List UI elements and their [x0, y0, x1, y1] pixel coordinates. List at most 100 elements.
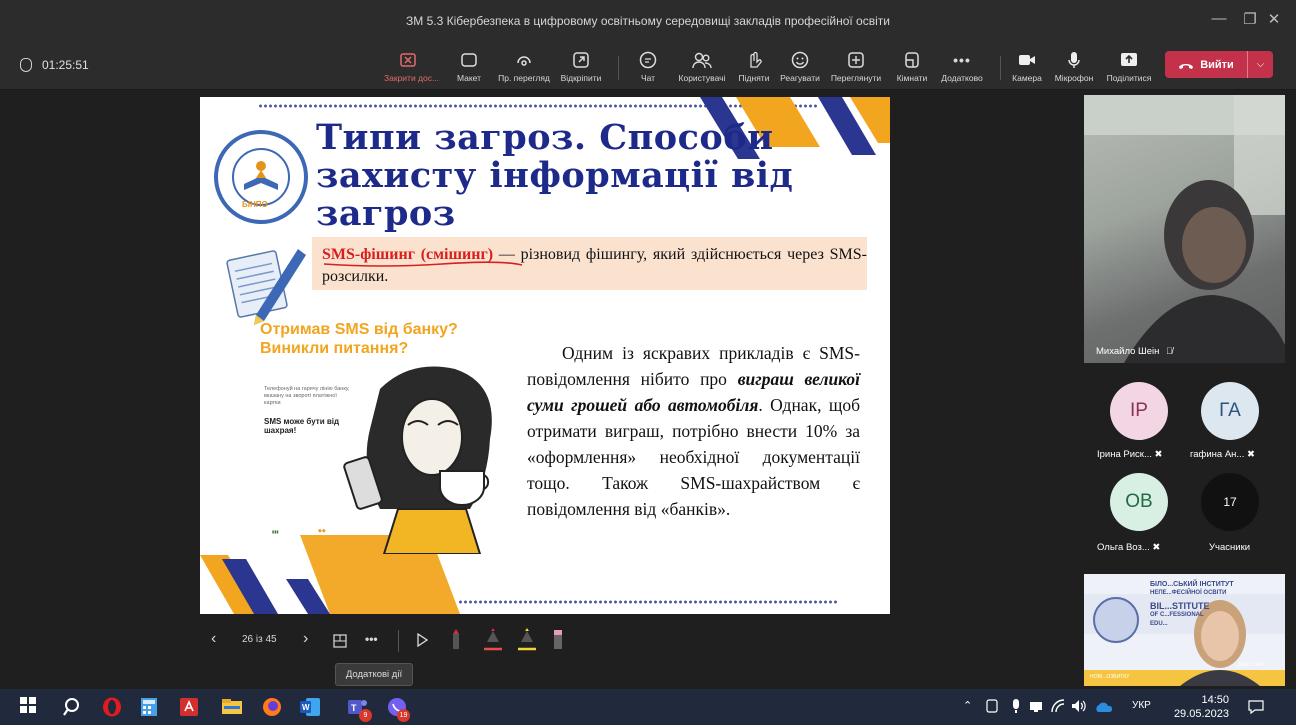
stop-share-icon: [400, 53, 416, 67]
eraser-icon[interactable]: [552, 628, 564, 650]
more-actions-dots[interactable]: •••: [365, 632, 378, 646]
highlighter-icon[interactable]: [516, 628, 538, 652]
windows-start-icon[interactable]: [20, 697, 40, 717]
prev-slide-button[interactable]: ‹: [211, 630, 216, 648]
view-button[interactable]: Пр. перегляд: [496, 50, 552, 83]
avatar-ir[interactable]: ІР: [1110, 382, 1168, 440]
meeting-toolbar: 01:25:51 Закрити дос... Макет Пр. перегл…: [0, 44, 1296, 90]
windows-taskbar: W T 9 19 ⌃ УКР 14:50 29.05.2023: [0, 689, 1296, 725]
calculator-icon[interactable]: [140, 697, 160, 717]
participant-video[interactable]: [1084, 95, 1285, 363]
minimize-button[interactable]: —: [1207, 10, 1231, 27]
firefox-icon[interactable]: [262, 697, 282, 717]
wifi-icon[interactable]: [1051, 699, 1065, 713]
self-view-video[interactable]: БІЛО...СЬКИЙ ІНСТИТУТ НЕПЕ...ФЕСІЙНОЇ ОС…: [1084, 574, 1285, 686]
participant-name-3: Ольга Воз... ✖: [1097, 542, 1161, 553]
next-slide-button[interactable]: ›: [303, 630, 308, 648]
partner-logo-1: ▮▮▮: [272, 529, 279, 534]
popout-icon: [573, 52, 589, 68]
people-icon: [692, 52, 712, 69]
language-indicator[interactable]: УКР: [1132, 700, 1151, 711]
mic-off-icon: ✖: [1246, 449, 1255, 460]
book-person-icon: [244, 161, 278, 190]
phone-hangup-icon: [1179, 63, 1194, 69]
promo-title: Отримав SMS від банку? Виникли питання?: [260, 321, 458, 357]
tray-overflow-icon[interactable]: ⌃: [963, 699, 972, 712]
page-indicator: 26 із 45: [242, 634, 277, 645]
mic-button[interactable]: Мікрофон: [1050, 50, 1098, 83]
tray-mic-icon[interactable]: [1012, 698, 1020, 714]
video-participant-name: Михайло Шеін 🎙̸: [1096, 346, 1173, 357]
smile-icon: [791, 51, 809, 69]
pointer-icon[interactable]: [416, 633, 428, 647]
leave-button[interactable]: Вийти ⌵: [1165, 51, 1273, 78]
maximize-button[interactable]: ❐: [1238, 10, 1262, 28]
slide-body-text: Одним із яскравих прикладів є SMS-повідо…: [527, 343, 860, 519]
mic-off-icon: ✖: [1152, 542, 1161, 553]
chat-button[interactable]: Чат: [636, 50, 660, 83]
shield-icon: [20, 58, 32, 72]
svg-text:W: W: [302, 703, 310, 712]
popout-button[interactable]: Відкріпити: [557, 50, 605, 83]
window-titlebar: ЗМ 5.3 Кібербезпека в цифровому освітньо…: [0, 0, 1296, 44]
file-explorer-icon[interactable]: [222, 697, 242, 717]
slides-grid-icon[interactable]: [333, 634, 347, 648]
toolbar-divider: [618, 56, 619, 80]
apps-button[interactable]: Переглянути: [826, 50, 886, 83]
leave-label: Вийти: [1200, 58, 1234, 71]
pdf-reader-icon[interactable]: [180, 697, 200, 717]
avatar-ga[interactable]: ГА: [1201, 382, 1259, 440]
mic-off-icon: ✖: [1154, 449, 1163, 460]
meeting-timer: 01:25:51: [20, 58, 89, 72]
chat-icon: [639, 51, 657, 69]
onedrive-icon[interactable]: [1094, 701, 1114, 713]
camera-icon: [1019, 55, 1035, 65]
notifications-icon[interactable]: [1248, 700, 1264, 714]
opera-icon[interactable]: [102, 697, 122, 717]
raise-hand-button[interactable]: Підняти: [736, 50, 772, 83]
rooms-icon: [905, 52, 919, 68]
institute-logo: БІНПО: [214, 130, 308, 224]
participants-count[interactable]: 17: [1201, 473, 1259, 531]
layout-icon: [461, 53, 477, 67]
search-icon[interactable]: [62, 697, 82, 717]
tray-app-icon[interactable]: [985, 699, 999, 713]
self-view-backdrop-text: БІЛО...СЬКИЙ ІНСТИТУТ НЕПЕ...ФЕСІЙНОЇ ОС…: [1150, 581, 1234, 627]
volume-icon[interactable]: [1071, 699, 1087, 713]
chevron-down-icon[interactable]: ⌵: [1247, 51, 1273, 78]
share-button[interactable]: Поділитися: [1104, 50, 1154, 83]
people-button[interactable]: Користувачі: [673, 50, 731, 83]
svg-text:T: T: [351, 703, 357, 713]
teams-badge: 9: [359, 709, 372, 722]
more-actions-button[interactable]: ••• Додатково: [937, 50, 987, 83]
slide-title: Типи загроз. Способи захисту інформації …: [316, 117, 794, 234]
mic-off-icon: 🎙̸: [1166, 346, 1173, 356]
share-icon: [1121, 53, 1137, 66]
stop-sharing-button[interactable]: Закрити дос...: [384, 50, 439, 83]
toolbar-divider: [1000, 56, 1001, 80]
participant-name-2: гафина Ан... ✖: [1190, 449, 1255, 460]
participants-label: Учасники: [1209, 542, 1251, 553]
camera-button[interactable]: Камера: [1010, 50, 1044, 83]
controls-divider: [398, 630, 399, 652]
dot-border-bottom: [458, 598, 838, 606]
system-clock[interactable]: 14:50 29.05.2023: [1174, 693, 1229, 721]
notepad-icon: [226, 249, 306, 325]
presentation-slide: БІНПО Типи загроз. Способи захисту інфор…: [200, 97, 890, 614]
partner-logo-2: ◆◆: [318, 528, 326, 534]
word-icon[interactable]: W: [300, 697, 320, 717]
avatar-ov[interactable]: ОВ: [1110, 473, 1168, 531]
rooms-button[interactable]: Кімнати: [895, 50, 929, 83]
elapsed-time: 01:25:51: [42, 58, 89, 72]
logo-text: БІНПО: [242, 200, 268, 209]
layout-button[interactable]: Макет: [453, 50, 485, 83]
tray-network-icon[interactable]: [1030, 700, 1044, 712]
react-button[interactable]: Реагувати: [779, 50, 821, 83]
view-icon: [517, 56, 531, 66]
pen-red-icon[interactable]: [482, 628, 504, 652]
more-icon: •••: [953, 52, 971, 68]
more-actions-tooltip: Додаткові дії: [335, 663, 413, 686]
grid-icon: [848, 52, 864, 68]
pen-dark-icon[interactable]: [450, 628, 462, 650]
close-button[interactable]: ✕: [1262, 10, 1286, 28]
